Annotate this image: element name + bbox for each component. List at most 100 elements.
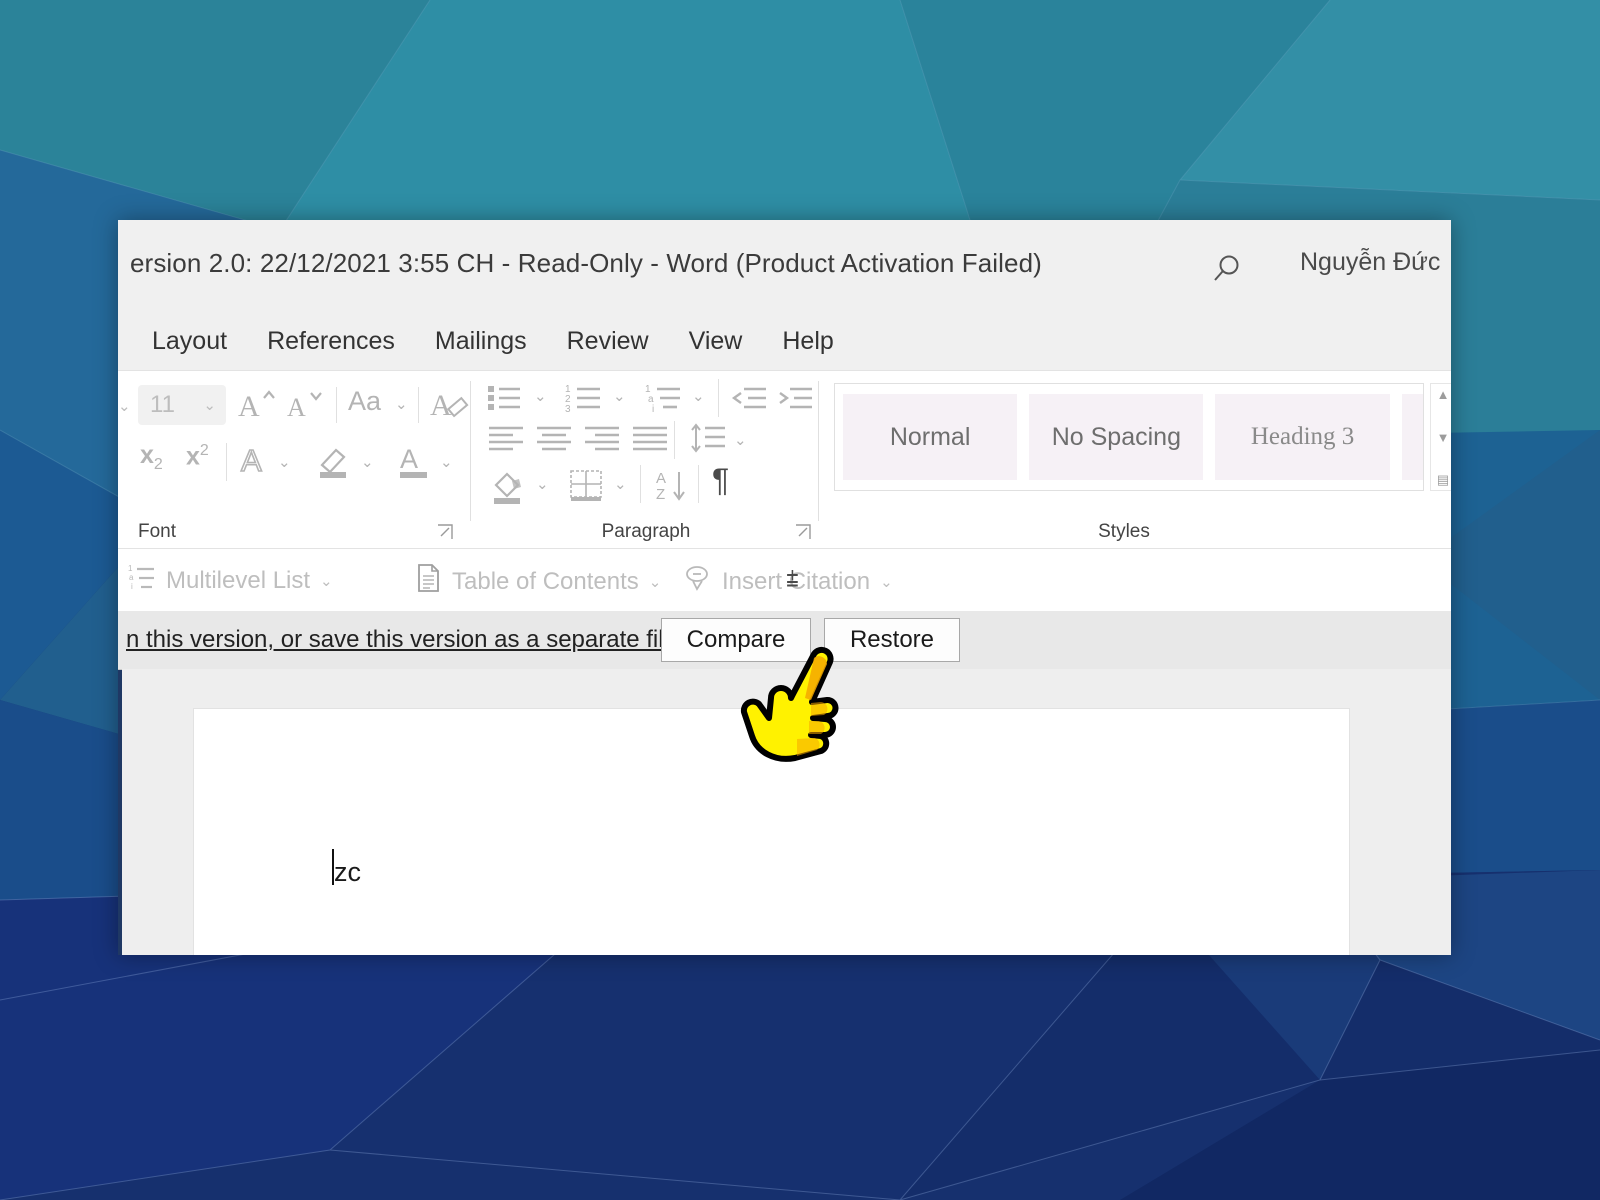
shrink-font-icon[interactable]: A [285,385,329,429]
center-icon[interactable] [534,423,576,457]
toolbar-multilevel-list[interactable]: 1ai Multilevel List ⌄ [128,563,333,598]
highlight-chevron-down-icon[interactable]: ⌄ [361,455,374,470]
decrease-indent-icon[interactable] [730,381,770,419]
text-effects-chevron-down-icon[interactable]: ⌄ [278,455,291,470]
font-dialog-launcher-icon[interactable] [436,523,454,541]
toolbar-table-of-contents-label: Table of Contents [452,567,639,595]
svg-text:A: A [430,389,452,422]
sort-icon[interactable]: A Z [654,467,696,509]
chevron-down-icon[interactable]: ⌄ [880,573,893,591]
font-size-value: 11 [150,391,175,418]
divider [226,443,227,481]
justify-icon[interactable] [630,423,672,457]
align-left-icon[interactable] [486,423,528,457]
toolbar-multilevel-list-label: Multilevel List [166,566,311,594]
tab-references[interactable]: References [247,327,415,356]
title-bar: ersion 2.0: 22/12/2021 3:55 CH - Read-On… [118,220,1451,312]
group-label-paragraph: Paragraph [601,521,691,542]
paragraph-dialog-launcher-icon[interactable] [794,523,812,541]
group-label-styles: Styles [1098,521,1150,542]
tab-mailings[interactable]: Mailings [415,327,547,356]
styles-scroll-up-icon[interactable]: ▲ [1437,388,1450,401]
grow-font-icon[interactable]: A [236,385,280,429]
ribbon-tab-bar: Layout References Mailings Review View H… [118,312,1451,370]
show-formatting-marks-icon[interactable]: ¶ [712,464,729,496]
font-color-icon[interactable]: A [396,441,438,487]
svg-text:A: A [656,470,666,487]
multilevel-chevron-down-icon[interactable]: ⌄ [692,389,705,404]
change-case-icon[interactable]: Aa [348,388,381,415]
styles-scroll-down-icon[interactable]: ▼ [1437,431,1450,444]
compare-button[interactable]: Compare [661,618,811,662]
align-right-icon[interactable] [582,423,624,457]
search-icon[interactable] [1210,250,1248,288]
toolbar-overflow-icon[interactable]: ⩲ [786,567,799,593]
group-label-font: Font [138,521,177,542]
svg-text:A: A [400,444,418,474]
document-body-text: zc [334,857,361,887]
styles-more-icon[interactable]: ▤ [1437,473,1449,486]
svg-text:3: 3 [565,404,571,415]
font-size-chevron-down-icon[interactable]: ⌄ [203,396,216,414]
styles-gallery-scroll[interactable]: ▲ ▼ ▤ [1430,383,1451,491]
word-application-window: ersion 2.0: 22/12/2021 3:55 CH - Read-On… [118,220,1451,955]
clear-formatting-icon[interactable]: A [430,385,470,429]
ribbon-group-styles: Normal No Spacing Heading 3 ▲ ▼ ▤ Styles [824,371,1451,549]
svg-text:i: i [131,582,133,591]
divider [674,421,675,459]
secondary-toolbar: 1ai Multilevel List ⌄ Table of Contents [118,548,1451,612]
style-card-normal[interactable]: Normal [843,394,1018,480]
font-color-chevron-down-icon[interactable]: ⌄ [440,455,453,470]
superscript-icon[interactable]: x2 [186,443,209,469]
style-card-heading-3[interactable]: Heading 3 [1215,394,1390,480]
svg-text:A: A [287,393,306,422]
svg-text:Z: Z [656,486,665,503]
style-card-partial[interactable] [1401,394,1423,480]
chevron-down-icon[interactable]: ⌄ [320,572,333,590]
subscript-icon[interactable]: x2 [140,443,163,473]
change-case-chevron-down-icon[interactable]: ⌄ [395,397,408,412]
borders-icon[interactable] [566,467,608,509]
message-bar-link[interactable]: n this version, or save this version as … [126,626,684,654]
restore-button[interactable]: Restore [824,618,960,662]
style-card-no-spacing[interactable]: No Spacing [1029,394,1204,480]
svg-text:A: A [238,390,260,423]
numbering-icon[interactable]: 123 [564,381,608,419]
chevron-down-icon[interactable]: ⌄ [649,573,662,591]
account-name[interactable]: Nguyễn Đức [1300,248,1440,277]
font-size-combo[interactable]: 11 ⌄ [138,385,226,425]
tab-help[interactable]: Help [762,327,853,356]
svg-text:A: A [241,443,262,478]
font-name-chevron-down-icon[interactable]: ⌄ [118,397,131,415]
shading-icon[interactable] [488,467,530,509]
window-title: ersion 2.0: 22/12/2021 3:55 CH - Read-On… [130,248,1042,278]
ribbon-group-paragraph: ⌄ 123 ⌄ 1ai ⌄ ⌄ ⌄ ⌄ A Z ¶ Paragraph [476,371,816,549]
multilevel-list-icon[interactable]: 1ai [644,381,688,419]
tab-review[interactable]: Review [547,327,669,356]
line-spacing-icon[interactable] [688,423,730,459]
styles-gallery[interactable]: Normal No Spacing Heading 3 [834,383,1424,491]
tab-layout[interactable]: Layout [132,327,247,356]
insert-citation-icon [684,563,712,600]
document-page[interactable]: zc [193,708,1350,955]
bullets-icon[interactable] [486,381,528,419]
divider [718,379,719,417]
ribbon: ⌄ 11 ⌄ A A Aa ⌄ A x2 x2 A ⌄ ⌄ A ⌄ Font ⌄… [118,370,1451,549]
text-highlight-color-icon[interactable] [314,441,358,487]
numbering-chevron-down-icon[interactable]: ⌄ [613,389,626,404]
ribbon-group-font: ⌄ 11 ⌄ A A Aa ⌄ A x2 x2 A ⌄ ⌄ A ⌄ Font [118,371,470,549]
message-bar: n this version, or save this version as … [118,611,1451,670]
tab-view[interactable]: View [669,327,763,356]
table-of-contents-icon [416,563,442,600]
text-effects-icon[interactable]: A [238,441,278,485]
divider [418,387,419,423]
borders-chevron-down-icon[interactable]: ⌄ [614,477,627,492]
bullets-chevron-down-icon[interactable]: ⌄ [534,389,547,404]
increase-indent-icon[interactable] [776,381,816,419]
divider [640,465,641,503]
toolbar-table-of-contents[interactable]: Table of Contents ⌄ [416,563,661,600]
divider [336,387,337,423]
shading-chevron-down-icon[interactable]: ⌄ [536,477,549,492]
document-canvas: zc [122,669,1451,955]
line-spacing-chevron-down-icon[interactable]: ⌄ [734,433,747,448]
